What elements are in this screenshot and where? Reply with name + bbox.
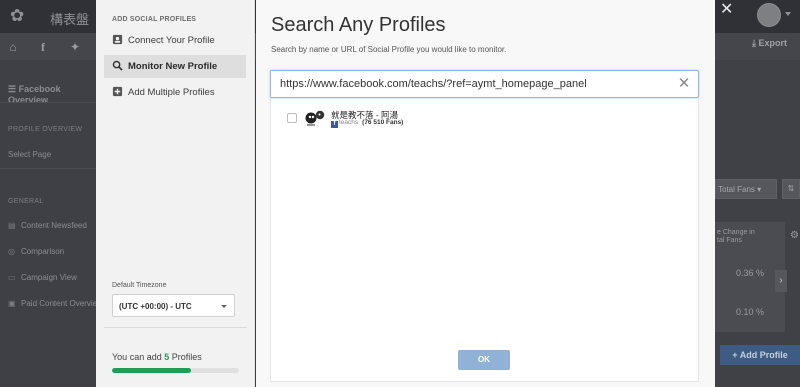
modal-nav-monitor-profile[interactable]: Monitor New Profile	[104, 55, 246, 78]
divider	[0, 168, 96, 169]
brand-name: 構表盤	[50, 12, 90, 27]
app-left-nav: ☰ Facebook Overview PROFILE OVERVIEW Sel…	[0, 60, 103, 387]
modal-title: Search Any Profiles	[271, 14, 446, 36]
nav-item-campaign-view[interactable]: ▭ Campaign View	[8, 273, 77, 282]
search-input-value[interactable]: https://www.facebook.com/teachs/?ref=aym…	[280, 78, 587, 90]
export-label: Export	[758, 38, 787, 48]
logo-icon[interactable]: ✿	[10, 6, 30, 26]
newsfeed-icon: ▤	[8, 221, 16, 230]
paid-content-icon: ▣	[8, 299, 16, 308]
column-header: e Change in tal Fans	[717, 229, 755, 245]
modal-subtitle: Search by name or URL of Social Profile …	[271, 45, 507, 54]
metric-value: 0.10 %	[735, 307, 764, 317]
profile-quota-bar	[112, 368, 239, 373]
nav-item-content-newsfeed[interactable]: ▤ Content Newsfeed	[8, 221, 87, 230]
comparison-icon: ◎	[8, 247, 15, 256]
quota-prefix: You can add	[112, 352, 165, 362]
nav-item-label: Paid Content Overview	[21, 299, 103, 308]
facebook-icon: f	[331, 121, 338, 128]
search-result-item[interactable]: 就是教不落 - 阿湯 f teachs (76 510 Fans)	[271, 105, 698, 131]
column-header-line2: tal Fans	[717, 237, 742, 244]
metric-select-label: Total Fans	[718, 185, 755, 194]
result-profile-meta: f teachs (76 510 Fans)	[331, 119, 403, 128]
add-multiple-icon	[112, 86, 123, 97]
sort-button[interactable]: ⇅	[782, 179, 800, 199]
timezone-label: Default Timezone	[112, 282, 167, 289]
ok-button[interactable]: OK	[458, 350, 510, 370]
profile-card-icon	[112, 34, 123, 45]
modal-nav-add-multiple[interactable]: Add Multiple Profiles	[104, 81, 246, 104]
nav-item-comparison[interactable]: ◎ Comparison	[8, 247, 64, 256]
modal-nav-title: ADD SOCIAL PROFILES	[112, 16, 197, 23]
campaign-icon: ▭	[8, 273, 16, 282]
close-modal-button[interactable]: ✕	[720, 2, 733, 18]
profile-quota-text: You can add 5 Profiles	[112, 352, 202, 362]
result-handle: teachs	[339, 119, 359, 126]
divider	[0, 102, 96, 103]
facebook-icon[interactable]: f	[34, 38, 52, 56]
home-icon[interactable]: ⌂	[4, 38, 22, 56]
section-profile-overview: PROFILE OVERVIEW	[8, 126, 83, 133]
modal-nav-connect-profile[interactable]: Connect Your Profile	[104, 29, 246, 52]
modal-nav-label: Add Multiple Profiles	[128, 87, 215, 98]
chevron-right-icon[interactable]: ›	[775, 270, 787, 292]
profile-avatar	[305, 110, 325, 126]
profile-quota-fill	[112, 368, 191, 373]
metric-select[interactable]: Total Fans ▾	[715, 179, 777, 199]
gear-icon[interactable]: ⚙	[790, 230, 799, 241]
nav-item-label: Campaign View	[21, 273, 77, 282]
search-results-list: 就是教不落 - 阿湯 f teachs (76 510 Fans)	[270, 99, 699, 382]
modal-main: Search Any Profiles Search by name or UR…	[256, 0, 715, 387]
column-header-line1: e Change in	[717, 229, 755, 236]
clear-search-icon[interactable]: ✕	[676, 76, 692, 92]
twitter-icon[interactable]: ✦	[66, 38, 84, 56]
nav-item-paid-content-overview[interactable]: ▣ Paid Content Overview	[8, 299, 103, 308]
metric-value: 0.36 %	[735, 268, 764, 278]
user-avatar[interactable]	[757, 3, 781, 27]
search-icon	[112, 60, 123, 71]
modal-nav-label: Monitor New Profile	[128, 61, 218, 72]
modal-side-nav: ADD SOCIAL PROFILES Connect Your Profile…	[96, 0, 255, 387]
export-button[interactable]: ⤓ Export	[752, 38, 787, 49]
profile-search-input[interactable]: https://www.facebook.com/teachs/?ref=aym…	[270, 70, 699, 98]
add-profile-button[interactable]: + Add Profile	[720, 345, 800, 365]
chevron-down-icon[interactable]	[785, 12, 791, 16]
chevron-down-icon	[221, 305, 227, 308]
timezone-value: (UTC +00:00) - UTC	[119, 302, 192, 311]
nav-item-label: Comparison	[21, 247, 65, 256]
timezone-select[interactable]: (UTC +00:00) - UTC	[112, 294, 235, 317]
select-page-dropdown[interactable]: Select Page	[8, 150, 51, 159]
quota-suffix: Profiles	[169, 352, 202, 362]
modal-nav-label: Connect Your Profile	[128, 35, 215, 46]
nav-item-label: Content Newsfeed	[21, 221, 87, 230]
result-checkbox[interactable]	[287, 113, 297, 123]
result-fans-count: (76 510 Fans)	[362, 119, 404, 126]
divider	[104, 327, 247, 328]
section-general: GENERAL	[8, 198, 44, 205]
